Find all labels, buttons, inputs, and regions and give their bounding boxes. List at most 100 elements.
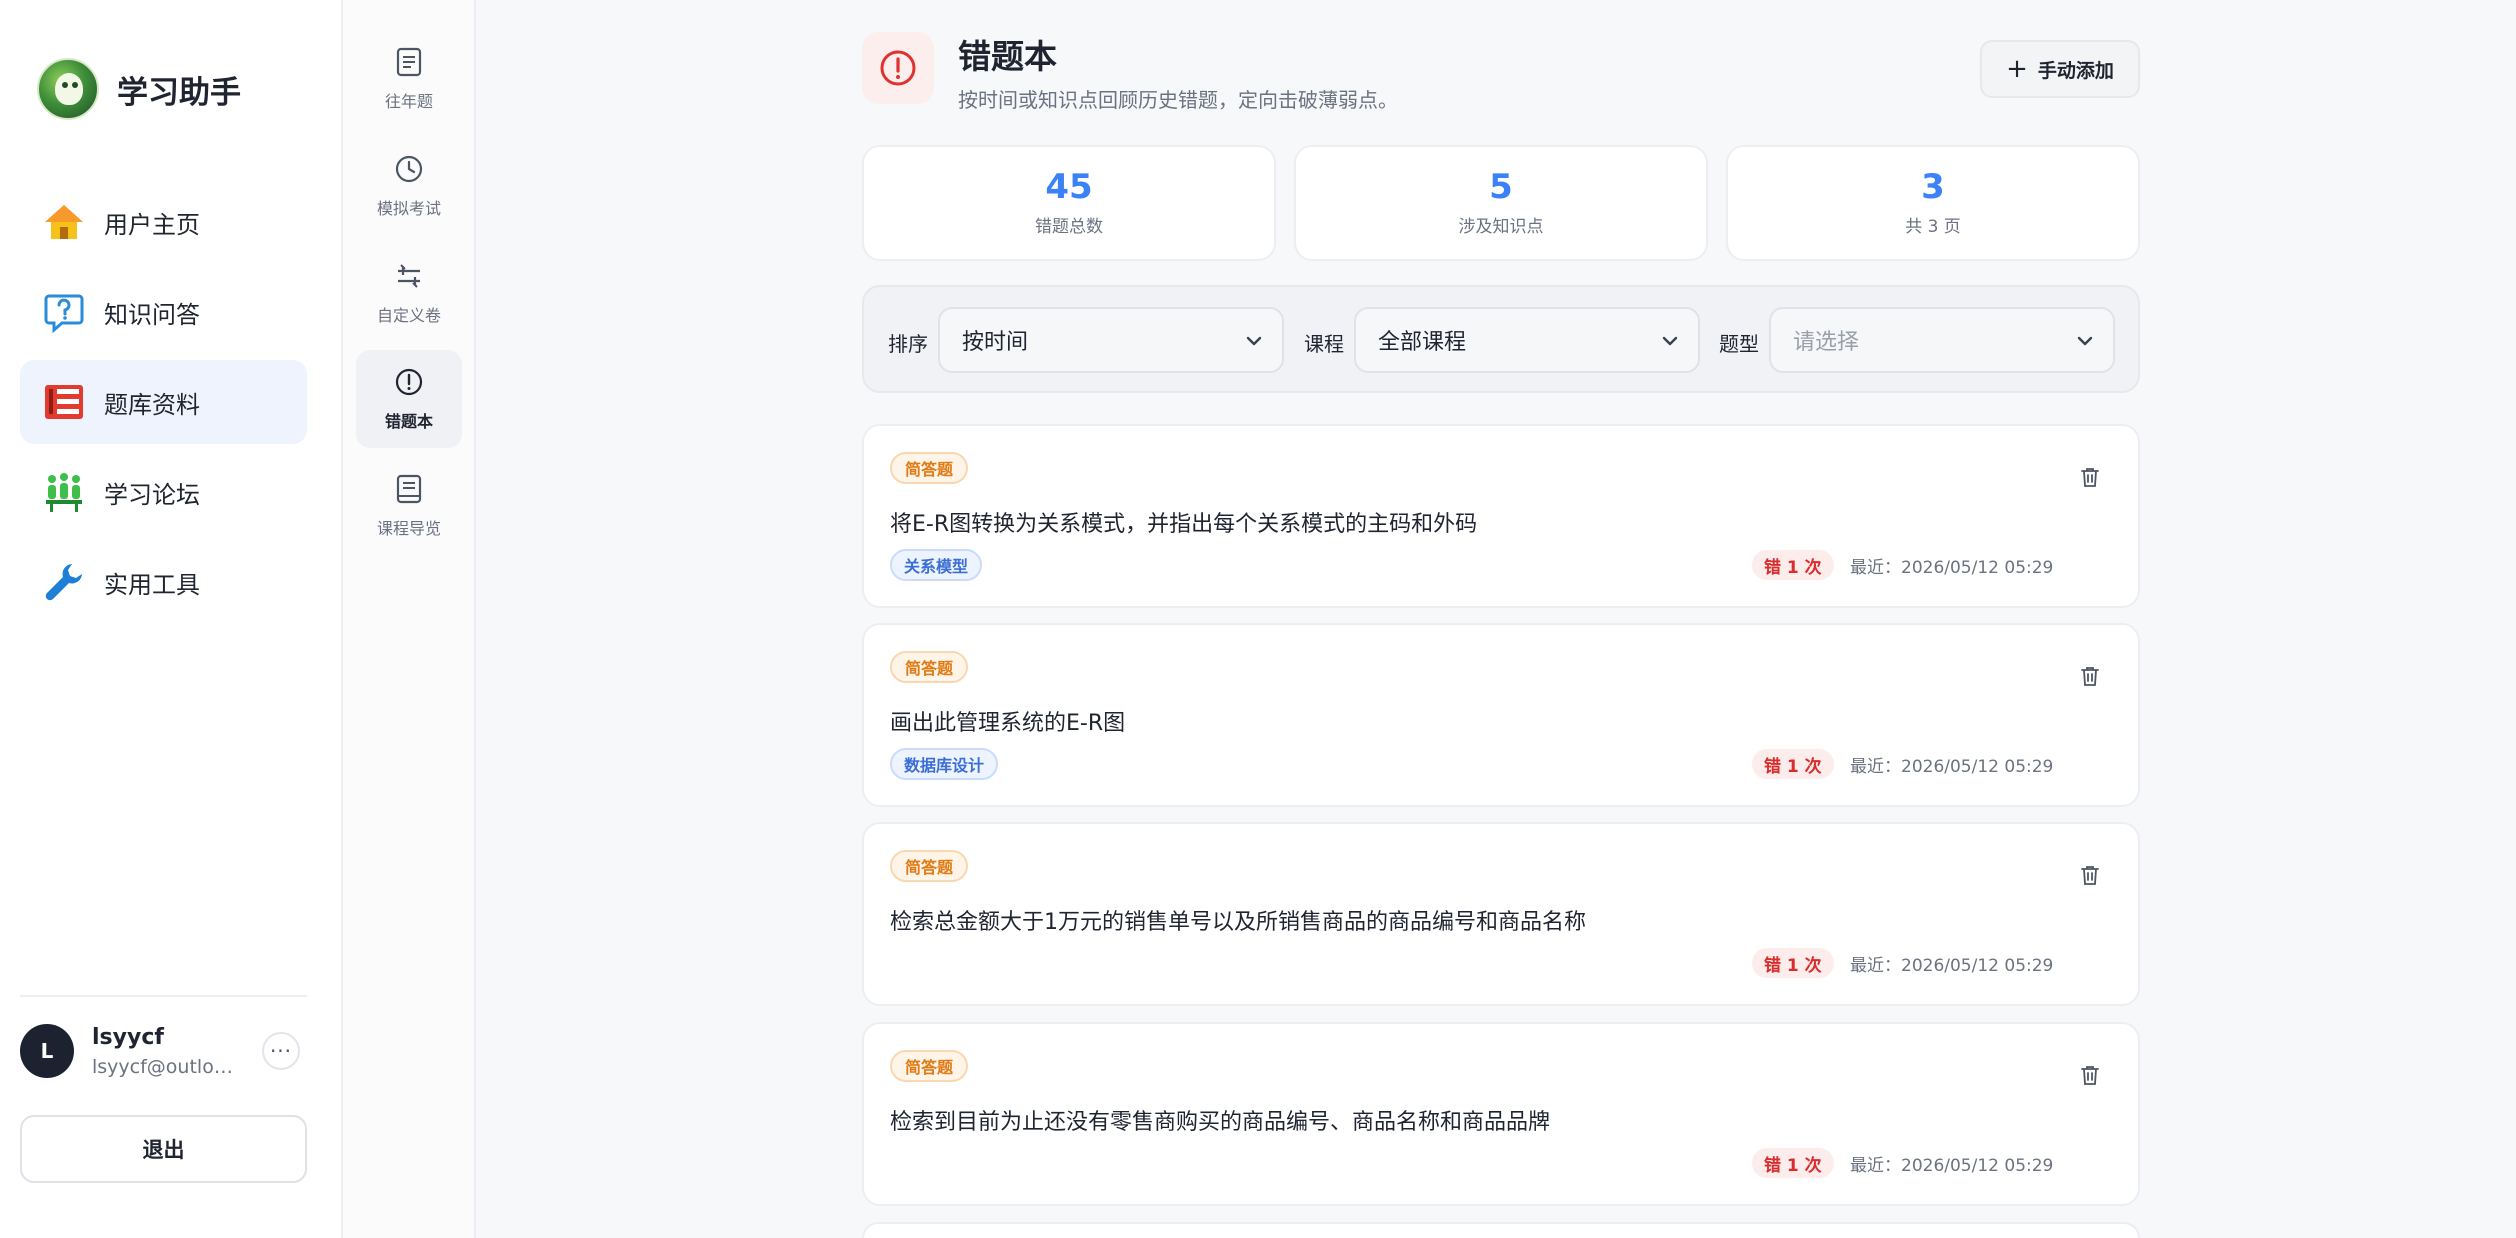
stat-label: 错题总数 (1035, 217, 1103, 238)
recent-time: 最近：2026/05/12 05:29 (1850, 558, 2054, 578)
wrong-count-badge: 错 1 次 (1752, 948, 1834, 978)
alert-circle-icon (393, 366, 425, 398)
custom-paper-icon (393, 260, 425, 292)
stat-value: 45 (1045, 166, 1093, 207)
type-label: 题型 (1719, 332, 1759, 356)
document-icon (393, 46, 425, 78)
manual-add-label: 手动添加 (2037, 59, 2114, 82)
avatar[interactable]: L (20, 1024, 74, 1078)
nav-item-home[interactable]: 用户主页 (20, 180, 307, 264)
stat-knowledge-points: 5 涉及知识点 (1294, 145, 1708, 261)
user-card: L lsyycf lsyycf@outloo··· ··· (20, 1020, 307, 1082)
trash-icon[interactable] (2077, 663, 2103, 689)
chevron-down-icon (2077, 336, 2093, 346)
stat-value: 5 (1489, 166, 1513, 207)
subnav-item-past-papers[interactable]: 往年题 (356, 30, 462, 128)
brand-title: 学习助手 (117, 74, 241, 111)
sort-value: 按时间 (962, 330, 1029, 355)
question-type-badge: 简答题 (890, 1050, 969, 1082)
topic-tag[interactable]: 数据库设计 (890, 748, 999, 780)
question-card[interactable]: 简答题 画出此管理系统的E-R图 数据库设计 错 1 次 最近：2026/05/… (862, 623, 2140, 807)
wrong-count-badge: 错 1 次 (1752, 550, 1834, 580)
logout-button[interactable]: 退出 (20, 1115, 307, 1183)
course-select[interactable]: 全部课程 (1354, 307, 1700, 373)
nav-item-label: 题库资料 (104, 390, 200, 419)
divider (20, 995, 307, 997)
type-placeholder: 请选择 (1793, 330, 1860, 355)
recent-time: 最近：2026/05/12 05:29 (1850, 1156, 2054, 1176)
sort-select[interactable]: 按时间 (938, 307, 1284, 373)
brand[interactable]: 学习助手 (37, 58, 241, 120)
question-text: 检索到目前为止还没有零售商购买的商品编号、商品名称和商品品牌 (890, 1110, 1551, 1135)
stat-pages: 3 共 3 页 (1726, 145, 2140, 261)
stat-value: 3 (1921, 166, 1945, 207)
recent-time: 最近：2026/05/12 05:29 (1850, 757, 2054, 777)
question-text: 画出此管理系统的E-R图 (890, 711, 1126, 736)
course-label: 课程 (1304, 332, 1344, 356)
plus-icon: + (2006, 54, 2028, 84)
wrong-count-badge: 错 1 次 (1752, 749, 1834, 779)
nav-item-label: 学习论坛 (104, 480, 200, 509)
subnav-item-custom-paper[interactable]: 自定义卷 (356, 244, 462, 342)
main-sidebar: 学习助手 用户主页 知识问答 题库资料 学习论坛 实用工具 L lsyycf l… (0, 0, 343, 1238)
app-root: 学习助手 用户主页 知识问答 题库资料 学习论坛 实用工具 L lsyycf l… (0, 0, 2516, 1238)
subnav-label: 往年题 (384, 92, 433, 111)
trash-icon[interactable] (2077, 862, 2103, 888)
question-text: 检索总金额大于1万元的销售单号以及所销售商品的商品编号和商品名称 (890, 910, 1586, 935)
subnav-item-course-guide[interactable]: 课程导览 (356, 457, 462, 555)
book-icon (393, 473, 425, 505)
question-card[interactable] (862, 1222, 2140, 1238)
page-subtitle: 按时间或知识点回顾历史错题，定向击破薄弱点。 (958, 88, 1398, 112)
user-name: lsyycf (92, 1024, 164, 1050)
brand-logo (37, 58, 99, 120)
question-type-badge: 简答题 (890, 850, 969, 882)
question-bank-icon (42, 380, 86, 424)
trash-icon[interactable] (2077, 464, 2103, 490)
manual-add-button[interactable]: + 手动添加 (1980, 40, 2140, 98)
alert-circle-icon (862, 32, 934, 104)
nav-item-tools[interactable]: 实用工具 (20, 540, 307, 624)
question-type-badge: 简答题 (890, 452, 969, 484)
user-info: lsyycf lsyycf@outloo··· (92, 1025, 242, 1078)
nav-item-question-bank[interactable]: 题库资料 (20, 360, 307, 444)
nav-item-forum[interactable]: 学习论坛 (20, 450, 307, 534)
question-chat-icon (42, 290, 86, 334)
question-card[interactable]: 简答题 将E-R图转换为关系模式，并指出每个关系模式的主码和外码 关系模型 错 … (862, 424, 2140, 608)
wrong-count-badge: 错 1 次 (1752, 1148, 1834, 1178)
sub-sidebar: 往年题 模拟考试 自定义卷 错题本 课程导览 (343, 0, 476, 1238)
chevron-down-icon (1662, 336, 1678, 346)
chevron-down-icon (1246, 336, 1262, 346)
subnav-label: 模拟考试 (376, 199, 441, 218)
page-title: 错题本 (958, 37, 1057, 76)
trash-icon[interactable] (2077, 1062, 2103, 1088)
topic-tag[interactable]: 关系模型 (890, 549, 983, 581)
home-icon (42, 200, 86, 244)
question-type-badge: 简答题 (890, 651, 969, 683)
user-email: lsyycf@outloo··· (92, 1055, 242, 1078)
subnav-item-mock-exam[interactable]: 模拟考试 (356, 137, 462, 235)
sort-label: 排序 (888, 332, 928, 356)
nav-item-label: 实用工具 (104, 570, 200, 599)
filter-bar: 排序 按时间 课程 全部课程 题型 请选择 (862, 285, 2140, 393)
more-options-button[interactable]: ··· (262, 1032, 300, 1070)
nav-item-label: 用户主页 (104, 210, 200, 239)
subnav-label: 自定义卷 (376, 306, 441, 325)
forum-icon (42, 470, 86, 514)
subnav-item-wrong-book[interactable]: 错题本 (356, 350, 462, 448)
question-card[interactable]: 简答题 检索到目前为止还没有零售商购买的商品编号、商品名称和商品品牌 错 1 次… (862, 1022, 2140, 1206)
subnav-label: 课程导览 (376, 519, 441, 538)
question-text: 将E-R图转换为关系模式，并指出每个关系模式的主码和外码 (890, 512, 1478, 537)
course-value: 全部课程 (1378, 330, 1467, 355)
stat-label: 涉及知识点 (1458, 217, 1544, 238)
clock-icon (393, 153, 425, 185)
type-select[interactable]: 请选择 (1769, 307, 2115, 373)
recent-time: 最近：2026/05/12 05:29 (1850, 956, 2054, 976)
stat-total-wrong: 45 错题总数 (862, 145, 1276, 261)
stat-label: 共 3 页 (1905, 217, 1961, 238)
main-nav: 用户主页 知识问答 题库资料 学习论坛 实用工具 (20, 180, 307, 630)
question-card[interactable]: 简答题 检索总金额大于1万元的销售单号以及所销售商品的商品编号和商品名称 错 1… (862, 822, 2140, 1006)
subnav-label: 错题本 (384, 412, 433, 431)
wrench-icon (42, 560, 86, 604)
nav-item-qa[interactable]: 知识问答 (20, 270, 307, 354)
nav-item-label: 知识问答 (104, 300, 200, 329)
